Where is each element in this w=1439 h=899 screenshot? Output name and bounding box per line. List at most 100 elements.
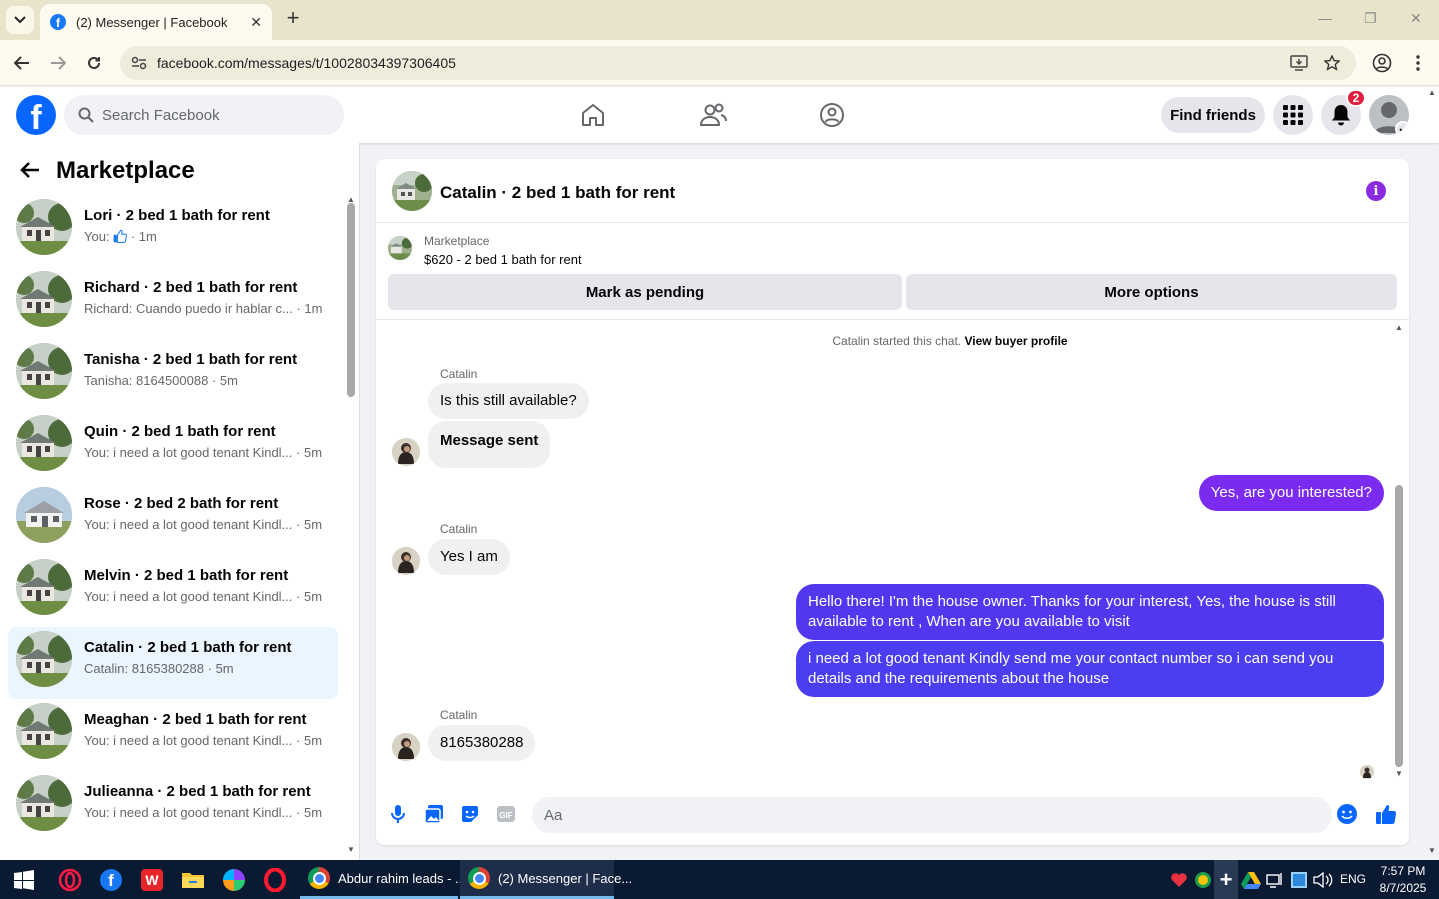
- conversation-row[interactable]: Melvin · 2 bed 1 bath for rent You: i nee…: [8, 555, 338, 627]
- page-scroll-up-icon[interactable]: ▲: [1428, 88, 1436, 97]
- message-composer: GIF: [376, 789, 1409, 837]
- conversation-row[interactable]: Meaghan · 2 bed 1 bath for rent You: i ne…: [8, 699, 338, 771]
- incoming-message[interactable]: 8165380288: [428, 725, 536, 761]
- chat-scrollbar[interactable]: [1395, 485, 1403, 767]
- friends-nav-button[interactable]: [699, 101, 727, 129]
- conversation-time: · 5m: [296, 733, 323, 748]
- minimize-window-icon[interactable]: —: [1318, 10, 1332, 26]
- reload-button[interactable]: [83, 52, 105, 74]
- conversation-row[interactable]: Quin · 2 bed 1 bath for rent You: i need …: [8, 411, 338, 483]
- back-button[interactable]: [11, 52, 33, 74]
- conversation-row[interactable]: Rose · 2 bed 2 bath for rent You: i need …: [8, 483, 338, 555]
- more-options-button[interactable]: More options: [906, 274, 1397, 310]
- emoji-button[interactable]: [1336, 803, 1358, 825]
- house-photo: [16, 703, 72, 759]
- sender-avatar[interactable]: [392, 733, 420, 761]
- google-drive-tray-icon[interactable]: [1239, 868, 1263, 892]
- listing-thumbnail[interactable]: [388, 236, 412, 260]
- opera-gx-taskbar-icon[interactable]: [58, 868, 82, 892]
- attach-media-button[interactable]: [423, 803, 445, 825]
- conversation-preview: You: i need a lot good tenant Kindl...: [84, 805, 293, 820]
- opera-taskbar-icon[interactable]: [263, 868, 287, 892]
- groups-nav-button[interactable]: [818, 101, 846, 129]
- chat-listing-avatar[interactable]: [392, 171, 432, 211]
- restore-window-icon[interactable]: ❐: [1364, 10, 1377, 27]
- taskbar-chrome-window-leads[interactable]: Abdur rahim leads - ...: [300, 860, 466, 899]
- volume-tray-icon[interactable]: [1311, 868, 1335, 892]
- scroll-up-arrow-icon[interactable]: ▲: [1395, 323, 1403, 332]
- send-like-button[interactable]: [1375, 803, 1397, 825]
- facebook-logo[interactable]: f: [16, 95, 56, 135]
- heart-tray-icon[interactable]: [1167, 868, 1191, 892]
- person-photo: [392, 547, 420, 575]
- taskbar-chrome-window-messenger[interactable]: (2) Messenger | Face...: [460, 860, 632, 899]
- windows-start-button[interactable]: [12, 868, 36, 892]
- close-tab-icon[interactable]: ✕: [250, 14, 262, 31]
- browser-tab-messenger[interactable]: f (2) Messenger | Facebook ✕: [40, 4, 272, 40]
- sticker-button[interactable]: [459, 803, 481, 825]
- home-nav-button[interactable]: [579, 101, 607, 129]
- message-input[interactable]: [532, 797, 1332, 833]
- forward-button[interactable]: [47, 52, 69, 74]
- browser-toolbar: facebook.com/messages/t/1002803439730640…: [0, 40, 1439, 86]
- listing-price-title[interactable]: $620 - 2 bed 1 bath for rent: [424, 252, 582, 267]
- arrow-left-icon: [14, 56, 29, 70]
- sticker-icon: [462, 806, 478, 822]
- sender-avatar[interactable]: [392, 547, 420, 575]
- tab-search-button[interactable]: [6, 6, 34, 34]
- incoming-message[interactable]: Is this still available?: [428, 383, 589, 419]
- incoming-message[interactable]: Yes I am: [428, 539, 510, 575]
- scroll-down-arrow-icon[interactable]: ▼: [347, 845, 355, 854]
- conversation-row[interactable]: Richard · 2 bed 1 bath for rent Richard: …: [8, 267, 338, 339]
- app-taskbar-icon[interactable]: [222, 868, 246, 892]
- search-box[interactable]: [64, 95, 344, 135]
- chat-title[interactable]: Catalin · 2 bed 1 bath for rent: [440, 183, 675, 203]
- conversation-time: · 5m: [296, 517, 323, 532]
- sender-name: Catalin: [440, 367, 478, 381]
- friends-icon: [699, 103, 727, 126]
- close-window-icon[interactable]: ✕: [1410, 10, 1422, 27]
- voice-clip-button[interactable]: [387, 803, 409, 825]
- conversation-thumbnail: [16, 703, 72, 759]
- bookmark-star-icon[interactable]: [1323, 54, 1341, 72]
- new-tab-button[interactable]: +: [282, 7, 304, 30]
- wps-office-taskbar-icon[interactable]: W: [140, 868, 164, 892]
- view-buyer-profile-link[interactable]: View buyer profile: [964, 334, 1067, 348]
- conversation-preview: Catalin: 8165380288: [84, 661, 204, 676]
- find-friends-button[interactable]: Find friends: [1161, 97, 1265, 133]
- outgoing-message[interactable]: i need a lot good tenant Kindly send me …: [796, 641, 1384, 697]
- gif-button[interactable]: GIF: [495, 803, 517, 825]
- scroll-down-arrow-icon[interactable]: ▼: [1395, 769, 1403, 778]
- conversation-row[interactable]: Tanisha · 2 bed 1 bath for rent Tanisha: …: [8, 339, 338, 411]
- search-input[interactable]: [102, 106, 322, 124]
- network-tray-icon[interactable]: [1263, 868, 1287, 892]
- page-scroll-down-icon[interactable]: ▼: [1428, 846, 1436, 855]
- account-avatar[interactable]: [1369, 95, 1409, 135]
- conversation-thumbnail: [16, 631, 72, 687]
- clock-time[interactable]: 7:57 PM: [1378, 864, 1428, 878]
- conversation-row[interactable]: Julieanna · 2 bed 1 bath for rent You: i …: [8, 771, 338, 843]
- profile-button[interactable]: [1371, 52, 1393, 74]
- app-window-tray-icon[interactable]: [1287, 868, 1311, 892]
- incoming-message[interactable]: Message sent: [428, 421, 551, 468]
- file-explorer-taskbar-icon[interactable]: [181, 868, 205, 892]
- mark-as-pending-button[interactable]: Mark as pending: [388, 274, 902, 310]
- app-tray-icon[interactable]: [1191, 868, 1215, 892]
- address-bar[interactable]: facebook.com/messages/t/1002803439730640…: [120, 46, 1356, 80]
- show-hidden-icons-button[interactable]: +: [1214, 860, 1238, 899]
- clock-date[interactable]: 8/7/2025: [1374, 881, 1432, 895]
- outgoing-message[interactable]: Yes, are you interested?: [1198, 475, 1384, 511]
- conversation-row[interactable]: Lori · 2 bed 1 bath for rent You: · 1m: [8, 195, 338, 267]
- conversation-row[interactable]: Catalin · 2 bed 1 bath for rent Catalin: …: [8, 627, 338, 699]
- sender-avatar[interactable]: [392, 438, 420, 466]
- facebook-taskbar-icon[interactable]: f: [99, 868, 123, 892]
- menu-button[interactable]: [1273, 95, 1313, 135]
- back-button[interactable]: [20, 161, 44, 183]
- site-info-icon[interactable]: [130, 54, 148, 72]
- input-language-indicator[interactable]: ENG: [1340, 872, 1366, 886]
- info-icon[interactable]: i: [1366, 181, 1386, 201]
- outgoing-message[interactable]: Hello there! I'm the house owner. Thanks…: [796, 584, 1384, 640]
- sidebar-scrollbar[interactable]: [347, 203, 355, 397]
- browser-menu-button[interactable]: [1407, 52, 1429, 74]
- install-app-icon[interactable]: [1290, 54, 1308, 72]
